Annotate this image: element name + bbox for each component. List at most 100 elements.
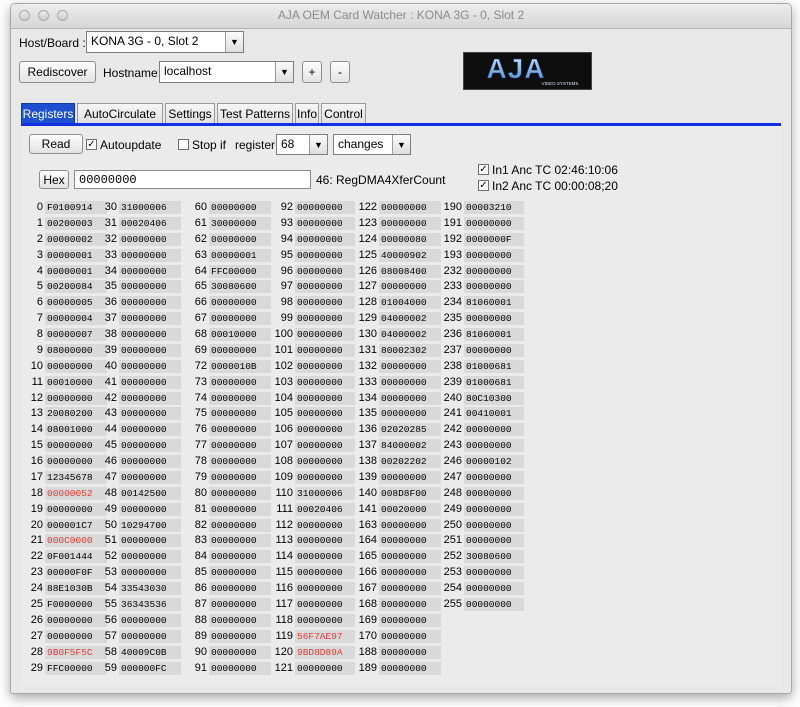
register-cell[interactable]: 47 00000000 xyxy=(105,470,181,484)
register-cell[interactable]: 40 00000000 xyxy=(105,359,181,373)
register-cell[interactable]: 166 00000000 xyxy=(359,566,441,580)
register-cell[interactable]: 89 00000000 xyxy=(195,629,271,643)
register-cell[interactable]: 103 00000000 xyxy=(275,375,355,389)
register-cell[interactable]: 122 00000000 xyxy=(359,201,441,214)
register-cell[interactable]: 235 00000000 xyxy=(444,312,524,326)
register-cell[interactable]: 109 00000000 xyxy=(275,470,355,484)
register-cell[interactable]: 20 000001C7 xyxy=(31,518,107,532)
register-cell[interactable]: 241 00410001 xyxy=(444,407,524,421)
register-cell[interactable]: 18 00000052 xyxy=(31,486,107,500)
register-cell[interactable]: 67 00000000 xyxy=(195,312,271,326)
register-cell[interactable]: 15 00000000 xyxy=(31,439,107,453)
register-cell[interactable]: 56 00000000 xyxy=(105,613,181,627)
register-cell[interactable]: 105 00000000 xyxy=(275,407,355,421)
register-cell[interactable]: 5 00200084 xyxy=(37,280,107,294)
register-cell[interactable]: 68 00010000 xyxy=(195,328,271,342)
register-cell[interactable]: 191 00000000 xyxy=(444,216,524,230)
in1-anc-tc-checkbox[interactable]: ✓ xyxy=(478,164,489,175)
register-cell[interactable]: 237 00000000 xyxy=(444,343,524,357)
register-cell[interactable]: 134 00000000 xyxy=(359,391,441,405)
register-cell[interactable]: 124 00000080 xyxy=(359,232,441,246)
register-cell[interactable]: 19 00000000 xyxy=(31,502,107,516)
register-cell[interactable]: 114 00000000 xyxy=(275,550,355,564)
register-cell[interactable]: 33 00000000 xyxy=(105,248,181,262)
register-cell[interactable]: 36 00000000 xyxy=(105,296,181,310)
register-cell[interactable]: 65 30080600 xyxy=(195,280,271,294)
register-cell[interactable]: 93 00000000 xyxy=(281,216,355,230)
register-cell[interactable]: 168 00000000 xyxy=(359,598,441,611)
register-cell[interactable]: 193 00000000 xyxy=(444,248,524,262)
register-cell[interactable]: 243 00000000 xyxy=(444,439,524,453)
register-cell[interactable]: 57 00000000 xyxy=(105,629,181,643)
register-cell[interactable]: 23 00000F0F xyxy=(31,566,107,580)
register-cell[interactable]: 120 9BD8D89A xyxy=(275,645,355,659)
register-cell[interactable]: 136 02020285 xyxy=(359,423,441,437)
register-cell[interactable]: 53 00000000 xyxy=(105,566,181,580)
register-cell[interactable]: 249 00000000 xyxy=(444,502,524,516)
register-cell[interactable]: 72 0000010B xyxy=(195,359,271,373)
register-cell[interactable]: 99 00000000 xyxy=(281,312,355,326)
in2-anc-tc-checkbox[interactable]: ✓ xyxy=(478,180,489,191)
register-cell[interactable]: 73 00000000 xyxy=(195,375,271,389)
register-cell[interactable]: 8 00000007 xyxy=(37,328,107,342)
register-cell[interactable]: 41 00000000 xyxy=(105,375,181,389)
register-cell[interactable]: 240 80C10300 xyxy=(444,391,524,405)
tab-autocirculate[interactable]: AutoCirculate xyxy=(77,103,163,123)
register-cell[interactable]: 246 00000102 xyxy=(444,455,524,469)
register-cell[interactable]: 169 00000000 xyxy=(359,613,441,627)
register-cell[interactable]: 253 00000000 xyxy=(444,566,524,580)
register-cell[interactable]: 7 00000004 xyxy=(37,312,107,326)
register-cell[interactable]: 81 00000000 xyxy=(195,502,271,516)
register-cell[interactable]: 127 00000000 xyxy=(359,280,441,294)
host-board-select[interactable]: KONA 3G - 0, Slot 2 ▼ xyxy=(86,31,244,53)
register-cell[interactable]: 106 00000000 xyxy=(275,423,355,437)
register-cell[interactable]: 130 04000002 xyxy=(359,328,441,342)
register-cell[interactable]: 51 00000000 xyxy=(105,534,181,548)
register-cell[interactable]: 42 00000000 xyxy=(105,391,181,405)
register-cell[interactable]: 32 00000000 xyxy=(105,232,181,246)
tab-settings[interactable]: Settings xyxy=(165,103,215,123)
register-cell[interactable]: 83 00000000 xyxy=(195,534,271,548)
register-cell[interactable]: 87 00000000 xyxy=(195,598,271,611)
stop-if-checkbox[interactable] xyxy=(178,139,189,150)
tab-info[interactable]: Info xyxy=(295,103,319,123)
register-cell[interactable]: 28 9B0F5F5C xyxy=(31,645,107,659)
register-cell[interactable]: 121 00000000 xyxy=(275,661,355,675)
register-cell[interactable]: 94 00000000 xyxy=(281,232,355,246)
register-cell[interactable]: 108 00000000 xyxy=(275,455,355,469)
register-cell[interactable]: 1 00200003 xyxy=(37,216,107,230)
register-cell[interactable]: 69 00000000 xyxy=(195,343,271,357)
register-cell[interactable]: 37 00000000 xyxy=(105,312,181,326)
register-cell[interactable]: 27 00000000 xyxy=(31,629,107,643)
register-cell[interactable]: 254 00000000 xyxy=(444,582,524,596)
register-cell[interactable]: 59 000000FC xyxy=(105,661,181,675)
register-cell[interactable]: 170 00000000 xyxy=(359,629,441,643)
register-cell[interactable]: 189 00000000 xyxy=(359,661,441,675)
register-cell[interactable]: 236 81060001 xyxy=(444,328,524,342)
register-cell[interactable]: 78 00000000 xyxy=(195,455,271,469)
register-cell[interactable]: 38 00000000 xyxy=(105,328,181,342)
tab-test-patterns[interactable]: Test Patterns xyxy=(217,103,293,123)
register-cell[interactable]: 117 00000000 xyxy=(275,598,355,611)
register-cell[interactable]: 188 00000000 xyxy=(359,645,441,659)
register-cell[interactable]: 46 00000000 xyxy=(105,455,181,469)
register-cell[interactable]: 132 00000000 xyxy=(359,359,441,373)
register-cell[interactable]: 91 00000000 xyxy=(195,661,271,675)
register-cell[interactable]: 11 00010000 xyxy=(32,375,107,389)
register-cell[interactable]: 138 00202202 xyxy=(359,455,441,469)
register-cell[interactable]: 30 31000006 xyxy=(105,201,181,214)
register-cell[interactable]: 233 00000000 xyxy=(444,280,524,294)
tab-registers[interactable]: Registers xyxy=(21,103,75,123)
register-cell[interactable]: 44 00000000 xyxy=(105,423,181,437)
register-cell[interactable]: 255 00000000 xyxy=(444,598,524,611)
register-cell[interactable]: 112 00000000 xyxy=(275,518,355,532)
register-cell[interactable]: 60 00000000 xyxy=(195,201,271,214)
register-cell[interactable]: 239 01000681 xyxy=(444,375,524,389)
register-cell[interactable]: 96 00000000 xyxy=(281,264,355,278)
register-cell[interactable]: 98 00000000 xyxy=(281,296,355,310)
register-cell[interactable]: 95 00000000 xyxy=(281,248,355,262)
register-cell[interactable]: 0 F0100914 xyxy=(37,201,107,214)
register-cell[interactable]: 22 0F001444 xyxy=(31,550,107,564)
register-cell[interactable]: 43 00000000 xyxy=(105,407,181,421)
register-cell[interactable]: 100 00000000 xyxy=(275,328,355,342)
